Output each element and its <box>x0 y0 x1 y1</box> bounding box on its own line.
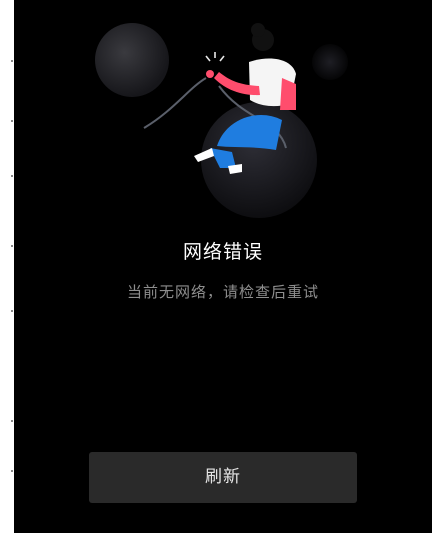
bg-sphere-left <box>95 23 169 97</box>
gutter-mark <box>11 420 13 422</box>
app-frame: 网络错误 当前无网络，请检查后重试 刷新 <box>0 0 446 533</box>
gutter-mark <box>11 60 13 62</box>
error-message: 当前无网络，请检查后重试 <box>126 283 319 301</box>
spark-icon <box>205 52 225 62</box>
gutter-mark <box>11 120 13 122</box>
error-title: 网络错误 <box>182 241 263 263</box>
left-gutter <box>0 0 14 533</box>
refresh-button[interactable]: 刷新 <box>89 452 357 503</box>
gutter-mark <box>11 175 13 177</box>
network-error-illustration <box>95 23 348 218</box>
network-error-screen: 网络错误 当前无网络，请检查后重试 刷新 <box>14 0 432 533</box>
gutter-mark <box>11 310 13 312</box>
gutter-mark <box>11 245 13 247</box>
right-gutter <box>432 0 446 533</box>
hair-bun <box>251 23 265 37</box>
bg-sphere-right <box>312 44 348 80</box>
gutter-mark <box>11 470 13 472</box>
hand <box>206 70 214 78</box>
